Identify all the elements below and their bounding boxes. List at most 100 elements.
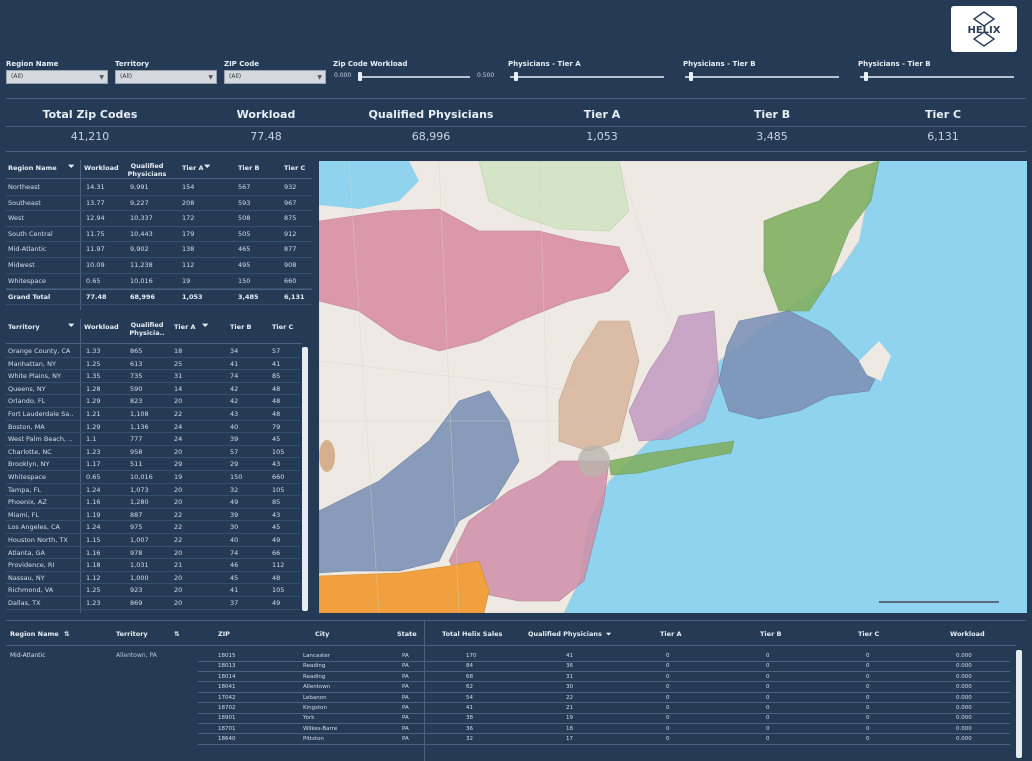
- filter-region-select[interactable]: (All) ▼: [6, 70, 108, 84]
- table-row[interactable]: Boston, MA 1.29 1,136 24 40 79: [6, 421, 300, 434]
- table-row[interactable]: 18901 York PA 38 19 0 0 0 0.000: [198, 714, 1010, 724]
- table-cell: 1.35: [86, 372, 101, 381]
- tier-c-col-header[interactable]: Tier C: [284, 164, 305, 172]
- table-row[interactable]: West Palm Beach, .. 1.1 777 24 39 45: [6, 433, 300, 446]
- detail-state-header[interactable]: State: [397, 630, 417, 638]
- filter-icon[interactable]: ⏷: [68, 321, 74, 331]
- kpi-total-zip-value: 41,210: [70, 130, 110, 143]
- tier-b-col-header[interactable]: Tier B: [230, 323, 252, 331]
- table-row[interactable]: Phoenix, AZ 1.16 1,280 20 49 85: [6, 496, 300, 509]
- table-row[interactable]: Dallas, TX 1.23 869 20 37 49: [6, 597, 300, 610]
- filter-tier-c-slider[interactable]: [860, 76, 1014, 78]
- table-row[interactable]: 17042 Lebanon PA 54 22 0 0 0 0.000: [198, 694, 1010, 704]
- workload-col-header[interactable]: Workload: [84, 323, 119, 331]
- detail-zip-header[interactable]: ZIP: [218, 630, 230, 638]
- table-row[interactable]: Richmond, VA 1.25 923 20 41 105: [6, 584, 300, 597]
- detail-territory-header[interactable]: Territory: [116, 630, 148, 638]
- filter-tier-b-slider[interactable]: [685, 76, 839, 78]
- filter-tier-c-knob[interactable]: [864, 72, 868, 81]
- filter-tier-a-slider[interactable]: [510, 76, 664, 78]
- table-row[interactable]: Orange County, CA 1.33 865 18 34 57: [6, 345, 300, 358]
- table-row[interactable]: Fort Lauderdale Sa.. 1.21 1,108 22 43 48: [6, 408, 300, 421]
- detail-tier-a-header[interactable]: Tier A: [660, 630, 682, 638]
- table-row[interactable]: Miami, FL 1.19 887 22 39 43: [6, 509, 300, 522]
- detail-scrollbar[interactable]: [1016, 650, 1022, 758]
- table-cell: 0: [866, 725, 870, 732]
- table-row[interactable]: West 12.94 10,337 172 508 875: [6, 211, 312, 227]
- table-cell: 18702: [218, 705, 236, 711]
- table-cell: 0: [766, 663, 770, 670]
- qualified-col-header[interactable]: Qualified Physicia..: [126, 321, 168, 337]
- table-row[interactable]: 18640 Pittston PA 32 17 0 0 0 0.000: [198, 735, 1010, 745]
- table-row[interactable]: 18701 Wilkes-Barre PA 36 18 0 0 0 0.000: [198, 725, 1010, 735]
- sort-icon[interactable]: ⇅: [64, 630, 69, 638]
- detail-sales-header[interactable]: Total Helix Sales: [442, 630, 502, 638]
- table-row[interactable]: Whitespace 0.65 10,016 19 150 660: [6, 274, 312, 290]
- table-row[interactable]: Brooklyn, NY 1.17 511 29 29 43: [6, 458, 300, 471]
- table-cell: 10,016: [130, 473, 153, 481]
- filter-icon[interactable]: ⏷: [606, 630, 611, 639]
- table-row[interactable]: 18013 Reading PA 84 36 0 0 0 0.000: [198, 662, 1010, 672]
- table-cell: Orange County, CA: [8, 347, 71, 355]
- filter-workload-knob[interactable]: [358, 72, 362, 81]
- filter-territory-select[interactable]: (All) ▼: [115, 70, 217, 84]
- table-row[interactable]: 18015 Lancaster PA 170 41 0 0 0 0.000: [198, 652, 1010, 662]
- filter-workload-slider[interactable]: [358, 76, 470, 78]
- table-row[interactable]: Manhattan, NY 1.25 613 25 41 41: [6, 358, 300, 371]
- filter-icon[interactable]: ⏷: [68, 162, 74, 172]
- table-cell: 57: [230, 447, 239, 456]
- table-cell: 40: [230, 422, 239, 431]
- table-row[interactable]: 18041 Allentown PA 62 30 0 0 0 0.000: [198, 683, 1010, 693]
- table-cell: 1.12: [86, 573, 101, 582]
- table-row[interactable]: 18702 Kingston PA 41 21 0 0 0 0.000: [198, 704, 1010, 714]
- table-row[interactable]: Atlanta, GA 1.16 978 20 74 66: [6, 547, 300, 560]
- territory-col-header[interactable]: Territory: [8, 323, 40, 331]
- table-row[interactable]: Mid-Atlantic 11.97 9,902 138 465 877: [6, 242, 312, 258]
- table-row[interactable]: Orlando, FL 1.29 823 20 42 48: [6, 395, 300, 408]
- table-row[interactable]: Nassau, NY 1.12 1,000 20 45 48: [6, 572, 300, 585]
- table-cell: 0: [666, 653, 670, 659]
- table-row[interactable]: Midwest 10.09 11,238 112 495 908: [6, 258, 312, 274]
- tier-a-col-header[interactable]: Tier A: [182, 164, 204, 172]
- table-cell: 20: [174, 573, 183, 582]
- table-row[interactable]: Southeast 13.77 9,227 208 593 967: [6, 196, 312, 212]
- filter-tier-a-knob[interactable]: [514, 72, 518, 81]
- table-cell: 29: [174, 460, 183, 469]
- tier-c-col-header[interactable]: Tier C: [272, 323, 293, 331]
- table-row[interactable]: Queens, NY 1.28 590 14 42 48: [6, 383, 300, 396]
- table-row[interactable]: Charlotte, NC 1.23 958 20 57 105: [6, 446, 300, 459]
- table-row[interactable]: Los Angeles, CA 1.24 975 22 30 45: [6, 521, 300, 534]
- filter-zip-select[interactable]: (All) ▼: [224, 70, 326, 84]
- table-cell: 0: [866, 684, 870, 691]
- detail-city-header[interactable]: City: [315, 630, 329, 638]
- sort-icon[interactable]: ⇅: [174, 630, 179, 638]
- filter-tier-a-label: Physicians - Tier A: [508, 60, 581, 68]
- filter-icon[interactable]: ⏷: [204, 162, 210, 172]
- tier-b-col-header[interactable]: Tier B: [238, 164, 260, 172]
- territory-map[interactable]: [319, 161, 1027, 613]
- filter-icon[interactable]: ⏷: [202, 321, 208, 331]
- table-row[interactable]: 18014 Reading PA 68 31 0 0 0 0.000: [198, 673, 1010, 683]
- tier-a-col-header[interactable]: Tier A: [174, 323, 196, 331]
- territory-scrollbar[interactable]: [302, 347, 308, 611]
- table-row[interactable]: Tampa, FL 1.24 1,073 20 32 105: [6, 484, 300, 497]
- qualified-col-header[interactable]: Qualified Physicians: [126, 162, 168, 178]
- detail-tier-c-header[interactable]: Tier C: [858, 630, 879, 638]
- table-row[interactable]: Northeast 14.31 9,991 154 567 932: [6, 180, 312, 196]
- detail-tier-b-header[interactable]: Tier B: [760, 630, 782, 638]
- table-cell: 48: [272, 410, 281, 418]
- table-row[interactable]: Houston North, TX 1.15 1,007 22 40 49: [6, 534, 300, 547]
- table-row[interactable]: Providence, RI 1.18 1,031 21 46 112: [6, 559, 300, 572]
- detail-workload-header[interactable]: Workload: [950, 630, 985, 638]
- filter-tier-b-knob[interactable]: [689, 72, 693, 81]
- workload-col-header[interactable]: Workload: [84, 164, 119, 172]
- table-row[interactable]: South Central 11.75 10,443 179 505 912: [6, 227, 312, 243]
- detail-qualified-header[interactable]: Qualified Physicians: [528, 630, 602, 638]
- region-col-header[interactable]: Region Name: [8, 164, 57, 172]
- detail-region-header[interactable]: Region Name: [10, 630, 59, 638]
- map-canvas[interactable]: [319, 161, 1027, 613]
- table-row[interactable]: White Plains, NY 1.35 735 31 74 85: [6, 370, 300, 383]
- table-cell: 20: [174, 599, 183, 607]
- table-row[interactable]: Whitespace 0.65 10,016 19 150 660: [6, 471, 300, 484]
- table-cell: Midwest: [8, 261, 35, 269]
